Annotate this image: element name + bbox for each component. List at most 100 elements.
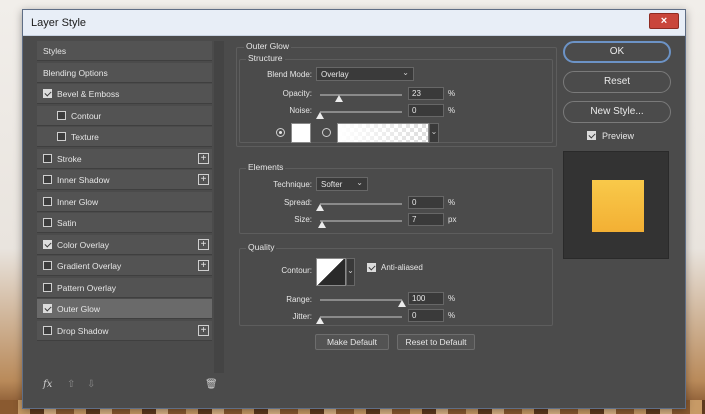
gradient-dropdown-icon[interactable]: ⌄ [429,123,439,143]
technique-select[interactable]: Softer ⌄ [316,177,368,191]
style-item-color-overlay[interactable]: Color Overlay + [37,234,212,255]
quality-title: Quality [246,242,277,252]
trash-icon[interactable]: 🗑 [205,379,218,390]
style-checkbox[interactable] [43,282,52,292]
style-item-outer-glow[interactable]: Outer Glow [37,299,212,319]
preview-swatch [592,180,644,232]
style-item-label: Pattern Overlay [57,282,117,293]
chevron-down-icon: ⌄ [402,68,409,77]
style-item-pattern-overlay[interactable]: Pattern Overlay [37,277,212,298]
style-item-inner-shadow[interactable]: Inner Shadow + [37,170,212,190]
style-item-label: Inner Shadow [57,175,110,185]
glow-color-swatch[interactable] [291,123,311,143]
style-checkbox[interactable] [43,175,52,184]
contour-dropdown-icon[interactable]: ⌄ [346,258,355,286]
range-slider[interactable] [320,299,402,301]
styles-list-scrollbar[interactable] [214,41,224,373]
noise-input[interactable]: 0 [408,104,444,117]
jitter-slider-thumb[interactable] [316,317,324,324]
style-item-stroke[interactable]: Stroke + [37,148,212,169]
structure-title: Structure [246,53,285,63]
style-item-label: Stroke [57,153,82,164]
style-item-texture[interactable]: Texture [37,127,212,147]
style-checkbox[interactable] [43,325,52,335]
style-item-label: Texture [71,132,99,142]
style-checkbox[interactable] [43,153,52,163]
solid-color-radio[interactable] [276,128,285,137]
style-checkbox[interactable] [43,89,52,98]
noise-slider-thumb[interactable] [316,112,324,119]
reset-to-default-button[interactable]: Reset to Default [397,334,475,350]
make-default-button[interactable]: Make Default [315,334,389,350]
noise-slider[interactable] [320,111,402,113]
blend-mode-select[interactable]: Overlay ⌄ [316,67,414,81]
preview-label: Preview [602,131,635,141]
add-icon[interactable]: + [198,152,209,164]
opacity-unit: % [448,89,456,98]
style-checkbox[interactable] [57,110,66,120]
style-item-satin[interactable]: Satin [37,213,212,233]
style-checkbox[interactable] [43,239,52,249]
jitter-input[interactable]: 0 [408,309,444,322]
blend-mode-label: Blend Mode: [267,70,312,79]
new-style-button[interactable]: New Style... [563,101,671,123]
spread-slider-thumb[interactable] [316,204,324,211]
noise-label: Noise: [289,106,312,115]
spread-unit: % [448,198,456,207]
range-slider-thumb[interactable] [398,300,406,307]
ok-button[interactable]: OK [563,41,671,63]
opacity-slider-thumb[interactable] [334,95,343,102]
style-item-blending-options[interactable]: Blending Options [37,62,212,83]
style-item-inner-glow[interactable]: Inner Glow [37,191,212,212]
style-checkbox[interactable] [57,132,66,141]
spread-slider[interactable] [320,203,402,205]
style-checkbox[interactable] [43,304,52,313]
style-checkbox[interactable] [43,196,52,206]
opacity-input[interactable]: 23 [408,87,444,100]
range-unit: % [448,294,456,303]
style-item-label: Outer Glow [57,304,100,314]
gradient-swatch[interactable] [337,123,429,143]
technique-label: Technique: [273,180,312,189]
add-icon[interactable]: + [198,324,209,336]
style-item-label: Gradient Overlay [57,261,122,271]
jitter-unit: % [448,311,456,320]
style-item-drop-shadow[interactable]: Drop Shadow + [37,320,212,341]
fx-icon[interactable]: fx [43,379,52,390]
size-slider-thumb[interactable] [318,221,327,228]
opacity-slider[interactable] [320,94,402,96]
style-item-label: Drop Shadow [57,325,109,336]
layer-style-dialog: Layer Style × Styles Blending Options Beve… [22,9,686,409]
add-icon[interactable]: + [198,260,209,271]
size-unit: px [448,215,457,224]
move-down-icon[interactable]: ⇩ [87,379,95,390]
style-item-gradient-overlay[interactable]: Gradient Overlay + [37,256,212,276]
style-item-styles[interactable]: Styles [37,41,212,61]
reset-button[interactable]: Reset [563,71,671,93]
preview-checkbox[interactable] [587,131,596,140]
spread-label: Spread: [283,198,312,207]
contour-label: Contour: [281,266,312,275]
range-input[interactable]: 100 [408,292,444,305]
size-slider[interactable] [320,220,402,222]
contour-preview[interactable] [316,258,346,286]
add-icon[interactable]: + [198,174,209,185]
opacity-label: Opacity: [282,89,312,98]
style-checkbox[interactable] [43,218,52,227]
size-input[interactable]: 7 [408,213,444,226]
gradient-radio[interactable] [322,128,331,137]
styles-list: Styles Blending Options Bevel & Emboss Cont… [37,41,212,373]
spread-input[interactable]: 0 [408,196,444,209]
style-item-contour[interactable]: Contour [37,105,212,126]
add-icon[interactable]: + [198,238,209,250]
style-item-bevel-emboss[interactable]: Bevel & Emboss [37,84,212,104]
styles-list-footer: fx ⇧ ⇩ 🗑 [37,376,224,398]
noise-unit: % [448,106,456,115]
jitter-slider[interactable] [320,316,402,318]
style-checkbox[interactable] [43,261,52,270]
style-item-label: Color Overlay [57,239,109,250]
anti-aliased-checkbox[interactable] [367,263,376,272]
close-button[interactable]: × [649,13,679,29]
move-up-icon[interactable]: ⇧ [67,379,75,390]
style-item-label: Contour [71,110,102,121]
